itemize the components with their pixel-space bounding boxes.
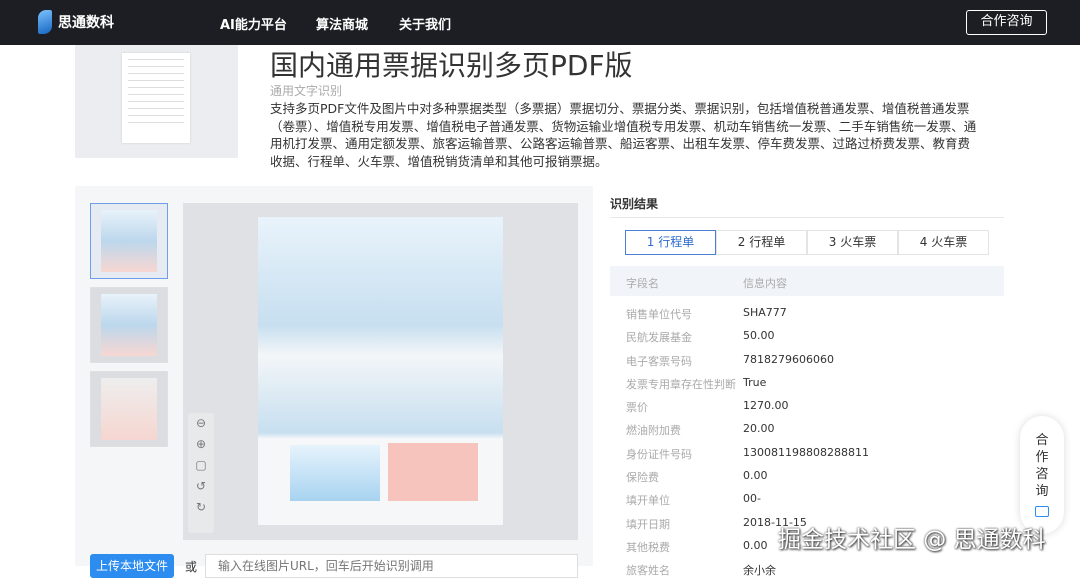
category-label: 通用文字识别: [270, 84, 343, 98]
field-name: 保险费: [626, 471, 659, 485]
field-name: 电子客票号码: [626, 354, 692, 368]
zoom-in-icon[interactable]: ⊕: [188, 434, 214, 455]
rotate-left-icon[interactable]: ↺: [188, 476, 214, 497]
field-name: 燃油附加费: [626, 424, 681, 438]
field-value: 20.00: [743, 422, 775, 436]
product-thumbnail: [75, 45, 238, 158]
field-value: 余小余: [743, 564, 776, 578]
field-value: 7818279606060: [743, 352, 834, 366]
nav-about-us[interactable]: 关于我们: [399, 14, 451, 33]
or-label: 或: [185, 560, 198, 574]
page-title: 国内通用票据识别多页PDF版: [270, 49, 633, 82]
field-name: 民航发展基金: [626, 331, 692, 345]
field-value: 00-: [743, 492, 761, 506]
product-description: 支持多页PDF文件及图片中对多种票据类型（多票据）票据切分、票据分类、票据识别，…: [270, 101, 977, 169]
nav-ai-platform[interactable]: AI能力平台: [220, 14, 287, 33]
table-row: 电子客票号码 7818279606060: [610, 348, 1004, 371]
consult-button[interactable]: 合作咨询: [966, 10, 1047, 35]
top-nav: 思通数科 AI能力平台 算法商城 关于我们 合作咨询: [0, 0, 1080, 45]
field-name: 票价: [626, 401, 648, 415]
field-name: 身份证件号码: [626, 447, 692, 461]
tab-1[interactable]: 1 行程单: [625, 230, 716, 255]
tab-4[interactable]: 4 火车票: [898, 230, 989, 255]
table-row: 民航发展基金 50.00: [610, 324, 1004, 347]
table-row: 销售单位代号 SHA777: [610, 301, 1004, 324]
document-viewer[interactable]: ⊖ ⊕ ▢ ↺ ↻: [183, 203, 578, 540]
field-value: 0.00: [743, 469, 768, 483]
table-row: 填开单位 00-: [610, 487, 1004, 510]
image-url-input[interactable]: [205, 554, 578, 578]
table-row: 保险费 0.00: [610, 464, 1004, 487]
rotate-right-icon[interactable]: ↻: [188, 497, 214, 518]
field-value: 1270.00: [743, 399, 789, 413]
viewer-toolbar: ⊖ ⊕ ▢ ↺ ↻: [188, 413, 214, 533]
table-header: 字段名 信息内容: [610, 266, 1004, 296]
field-name: 发票专用章存在性判断: [626, 377, 736, 391]
upload-local-file-button[interactable]: 上传本地文件: [90, 554, 174, 578]
field-value: SHA777: [743, 306, 787, 319]
table-row: 发票专用章存在性判断 True: [610, 371, 1004, 394]
divider: [610, 217, 1004, 218]
table-row: 旅客姓名 余小余: [610, 557, 1004, 580]
field-value: True: [743, 375, 767, 389]
brand-logo[interactable]: 思通数科: [38, 10, 114, 34]
page-thumbnail-3[interactable]: [90, 371, 168, 447]
zoom-out-icon[interactable]: ⊖: [188, 413, 214, 434]
header-field: 字段名: [626, 277, 659, 290]
float-char: 咨: [1035, 467, 1049, 482]
page-thumbnail-2[interactable]: [90, 287, 168, 363]
watermark: 掘金技术社区 @ 思通数科: [778, 527, 1046, 553]
field-name: 填开单位: [626, 494, 670, 508]
fit-icon[interactable]: ▢: [188, 455, 214, 476]
float-char: 合: [1035, 433, 1049, 448]
header-content: 信息内容: [743, 277, 787, 290]
result-title: 识别结果: [610, 197, 659, 211]
field-name: 销售单位代号: [626, 308, 692, 321]
table-row: 身份证件号码 130081198808288811: [610, 441, 1004, 464]
nav-algorithm-mall[interactable]: 算法商城: [316, 14, 368, 33]
tab-3[interactable]: 3 火车票: [807, 230, 898, 255]
field-name: 填开日期: [626, 517, 670, 531]
invoice-image: [258, 217, 503, 525]
preview-panel: ⊖ ⊕ ▢ ↺ ↻ 上传本地文件 或: [75, 186, 593, 578]
field-name: 其他税费: [626, 540, 670, 554]
table-row: 燃油附加费 20.00: [610, 417, 1004, 440]
document-icon: [122, 53, 190, 143]
float-char: 作: [1035, 450, 1049, 465]
logo-icon: [38, 10, 52, 34]
field-name: 旅客姓名: [626, 564, 670, 578]
tab-2[interactable]: 2 行程单: [716, 230, 807, 255]
field-value: 130081198808288811: [743, 445, 869, 459]
page-thumbnail-1[interactable]: [90, 203, 168, 279]
result-tabs: 1 行程单 2 行程单 3 火车票 4 火车票: [625, 230, 989, 255]
consult-float-button[interactable]: 合 作 咨 询: [1020, 416, 1064, 534]
table-row: 票价 1270.00: [610, 394, 1004, 417]
float-char: 询: [1035, 484, 1049, 499]
field-value: 0.00: [743, 538, 768, 552]
chat-icon: [1035, 506, 1049, 517]
field-value: 50.00: [743, 329, 775, 343]
